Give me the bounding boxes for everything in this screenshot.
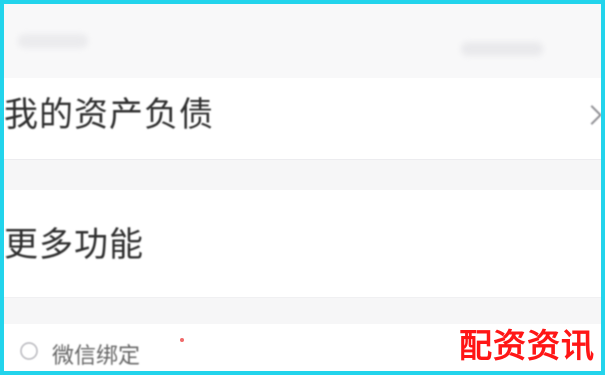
menu-item-assets-liabilities[interactable]: 我的资产负债 [4, 78, 602, 160]
top-right-placeholder [461, 42, 543, 56]
menu-item-more-features[interactable]: 更多功能 [4, 190, 601, 298]
more-features-label: 更多功能 [4, 225, 144, 265]
chevron-right-icon [582, 105, 602, 125]
red-dot-icon [180, 338, 184, 342]
top-left-placeholder [18, 34, 88, 48]
top-area [4, 4, 601, 78]
wechat-binding-label: 微信绑定 [52, 344, 141, 369]
assets-liabilities-label: 我的资产负债 [4, 95, 214, 135]
wechat-icon [20, 342, 38, 360]
watermark-text: 配资资讯 [459, 326, 595, 365]
